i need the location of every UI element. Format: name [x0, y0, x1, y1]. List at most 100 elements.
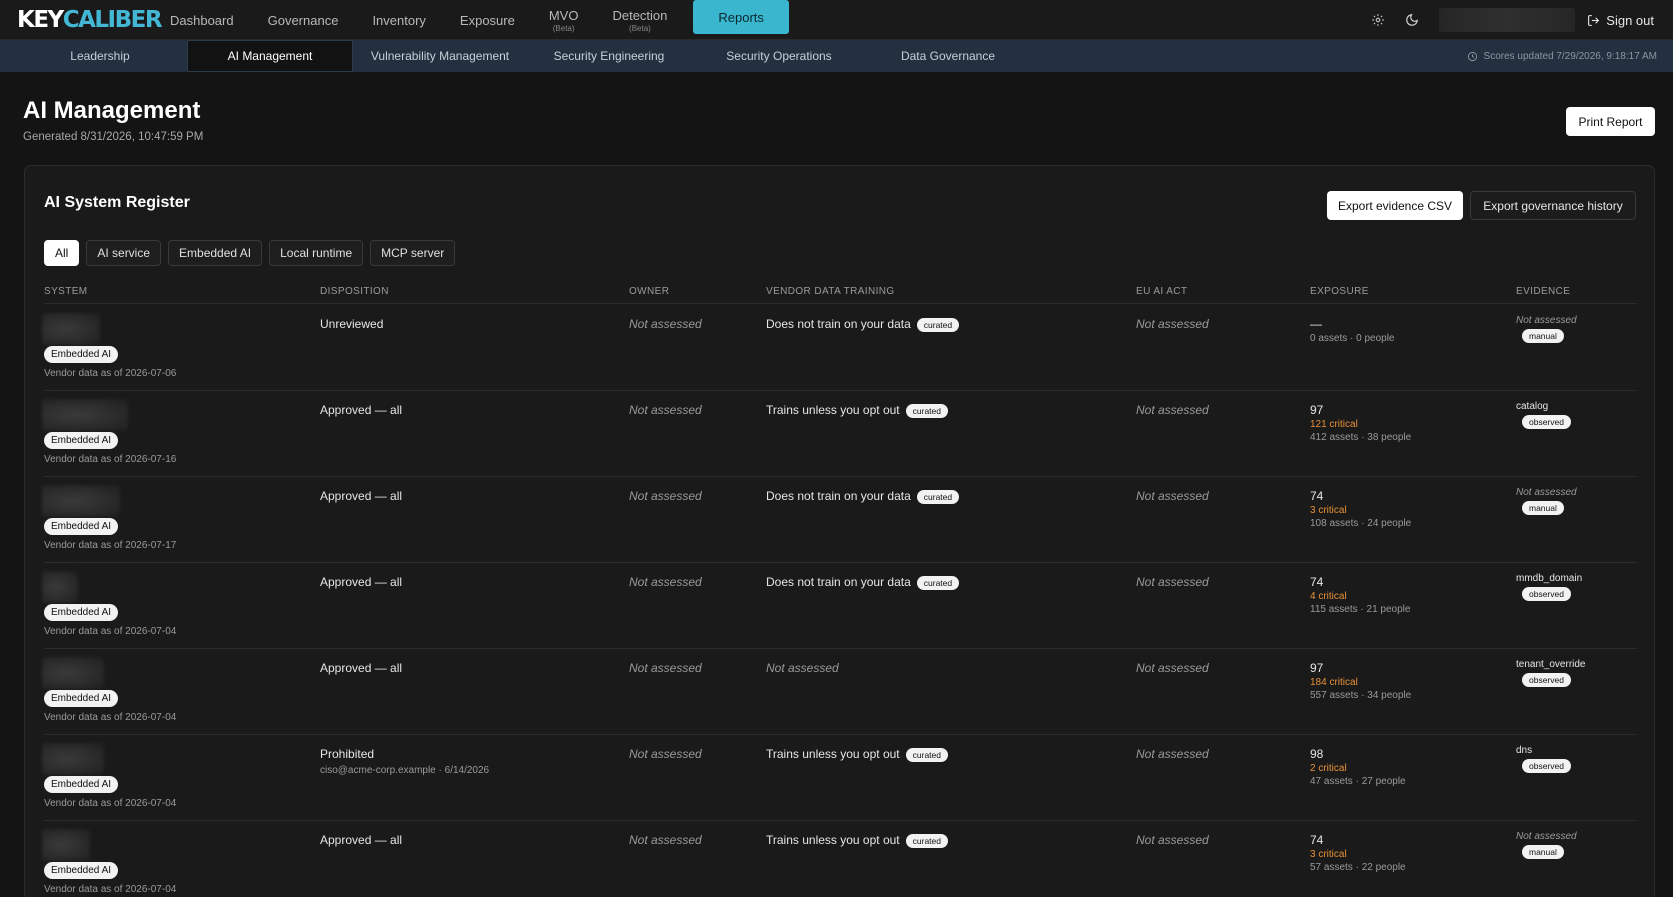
disposition-value: Prohibited [320, 747, 375, 761]
disposition-cell[interactable]: Unreviewed [320, 317, 383, 331]
table-row[interactable]: Embedded AI Vendor data as of 2026-07-17 A… [42, 477, 1637, 563]
tab-label: Security Engineering [553, 49, 665, 63]
tab-ai-management[interactable]: AI Management [187, 40, 353, 72]
col-evidence[interactable]: EVIDENCE [1516, 286, 1570, 297]
disposition-cell[interactable]: Approved — all [320, 661, 402, 675]
col-system[interactable]: SYSTEM [44, 286, 88, 297]
evidence-source: mmdb_domain [1516, 573, 1583, 584]
vendor-training-value: Does not train on your data [766, 489, 911, 503]
eu-ai-act-value[interactable]: Not assessed [1136, 403, 1209, 417]
filter-ai-service[interactable]: AI service [86, 240, 162, 266]
vendor-training-cell: Does not train on your data curated [766, 488, 960, 504]
export-governance-history-button[interactable]: Export governance history [1470, 191, 1636, 220]
nav-label: Dashboard [170, 12, 234, 28]
vendor-data-date: Vendor data as of 2026-07-04 [44, 626, 177, 637]
table-row[interactable]: Embedded AI Vendor data as of 2026-07-16 A… [42, 391, 1637, 477]
tab-data-governance[interactable]: Data Governance [865, 40, 1031, 72]
filter-all[interactable]: All [44, 240, 80, 266]
system-type-badge: Embedded AI [44, 690, 119, 707]
col-owner[interactable]: OWNER [629, 286, 669, 297]
eu-ai-act-value[interactable]: Not assessed [1136, 575, 1209, 589]
owner-value[interactable]: Not assessed [629, 747, 702, 761]
tab-security-engineering[interactable]: Security Engineering [525, 40, 693, 72]
assets-people: 412 assets · 38 people [1310, 432, 1412, 443]
report-tabs: Leadership AI Management Vulnerability M… [0, 40, 1673, 72]
vendor-training-cell: Does not train on your data curated [766, 574, 960, 590]
evidence-tag: manual [1522, 329, 1564, 343]
nav-reports[interactable]: Reports [693, 0, 789, 34]
nav-mvo[interactable]: MVO (Beta) [532, 0, 596, 40]
table-header: SYSTEM DISPOSITION OWNER VENDOR DATA TRA… [44, 284, 1637, 304]
system-name-redacted[interactable] [42, 485, 120, 517]
owner-value[interactable]: Not assessed [629, 575, 702, 589]
owner-value[interactable]: Not assessed [629, 833, 702, 847]
user-account-redacted[interactable] [1439, 8, 1576, 32]
settings-button[interactable] [1361, 3, 1395, 37]
system-name-redacted[interactable] [42, 657, 104, 689]
exposure-score: 74 [1310, 833, 1324, 847]
nav-governance[interactable]: Governance [251, 0, 356, 40]
nav-exposure[interactable]: Exposure [443, 0, 532, 40]
nav-dashboard[interactable]: Dashboard [153, 0, 251, 40]
disposition-cell[interactable]: Approved — all [320, 403, 402, 417]
table-row[interactable]: Embedded AI Vendor data as of 2026-07-04 P… [42, 735, 1637, 821]
disposition-cell[interactable]: Approved — all [320, 575, 402, 589]
system-type-badge: Embedded AI [44, 604, 119, 621]
system-name-redacted[interactable] [42, 571, 78, 603]
system-name-redacted[interactable] [42, 399, 128, 431]
evidence-tag: observed [1522, 415, 1571, 429]
disposition-value: Unreviewed [320, 317, 384, 331]
filter-mcp-server[interactable]: MCP server [370, 240, 456, 266]
disposition-cell[interactable]: Approved — all [320, 833, 402, 847]
sign-out-button[interactable]: Sign out [1587, 13, 1673, 28]
table-row[interactable]: Embedded AI Vendor data as of 2026-07-04 A… [42, 649, 1637, 735]
eu-ai-act-value[interactable]: Not assessed [1136, 747, 1209, 761]
disposition-cell[interactable]: Prohibited ciso@acme-corp.example · 6/14/… [320, 747, 489, 776]
owner-value[interactable]: Not assessed [629, 661, 702, 675]
tab-label: Data Governance [900, 49, 996, 63]
tab-leadership[interactable]: Leadership [15, 40, 185, 72]
table-row[interactable]: Embedded AI Vendor data as of 2026-07-04 A… [42, 821, 1637, 897]
filter-local-runtime[interactable]: Local runtime [269, 240, 364, 266]
export-evidence-csv-button[interactable]: Export evidence CSV [1327, 191, 1463, 220]
system-type-badge: Embedded AI [44, 862, 119, 879]
keycaliber-logo[interactable]: KEY CALIBER [17, 6, 163, 34]
col-vendor-data-training[interactable]: VENDOR DATA TRAINING [766, 286, 895, 297]
nav-label: Reports [718, 9, 764, 25]
beta-label: (Beta) [552, 23, 575, 33]
evidence-cell: Not assessed manual [1516, 487, 1577, 515]
col-exposure[interactable]: EXPOSURE [1310, 286, 1369, 297]
table-row[interactable]: Embedded AI Vendor data as of 2026-07-06 U… [42, 305, 1637, 391]
vendor-training-value: Trains unless you opt out [766, 747, 900, 761]
curated-tag: curated [916, 575, 960, 590]
nav-detection[interactable]: Detection (Beta) [595, 0, 684, 40]
tab-security-operations[interactable]: Security Operations [695, 40, 863, 72]
theme-toggle-button[interactable] [1395, 3, 1429, 37]
table-row[interactable]: Embedded AI Vendor data as of 2026-07-04 A… [42, 563, 1637, 649]
eu-ai-act-value[interactable]: Not assessed [1136, 833, 1209, 847]
owner-value[interactable]: Not assessed [629, 489, 702, 503]
vendor-training-value: Does not train on your data [766, 317, 911, 331]
eu-ai-act-value[interactable]: Not assessed [1136, 661, 1209, 675]
vendor-training-value: Not assessed [766, 661, 839, 675]
owner-value[interactable]: Not assessed [629, 403, 702, 417]
vendor-training-cell: Not assessed [766, 660, 839, 675]
system-name-redacted[interactable] [42, 313, 100, 345]
owner-value[interactable]: Not assessed [629, 317, 702, 331]
nav-inventory[interactable]: Inventory [355, 0, 442, 40]
disposition-cell[interactable]: Approved — all [320, 489, 402, 503]
tab-label: Vulnerability Management [370, 49, 510, 63]
logo-right-text: CALIBER [62, 7, 163, 33]
print-report-button[interactable]: Print Report [1566, 107, 1655, 136]
eu-ai-act-value[interactable]: Not assessed [1136, 489, 1209, 503]
scores-updated: Scores updated 7/29/2026, 9:18:17 AM [1467, 40, 1657, 72]
system-type-badge: Embedded AI [44, 432, 119, 449]
col-eu-ai-act[interactable]: EU AI ACT [1136, 286, 1187, 297]
system-name-redacted[interactable] [42, 829, 90, 861]
col-disposition[interactable]: DISPOSITION [320, 286, 389, 297]
eu-ai-act-value[interactable]: Not assessed [1136, 317, 1209, 331]
disposition-value: Approved — all [320, 489, 403, 503]
system-name-redacted[interactable] [42, 743, 104, 775]
tab-vulnerability-management[interactable]: Vulnerability Management [355, 40, 525, 72]
filter-embedded-ai[interactable]: Embedded AI [168, 240, 263, 266]
